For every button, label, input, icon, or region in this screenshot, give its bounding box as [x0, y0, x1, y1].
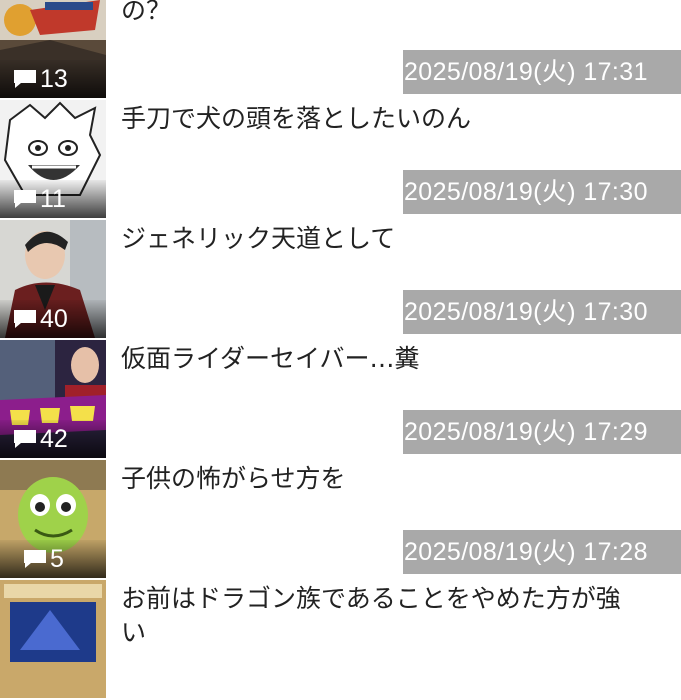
- list-item[interactable]: 11 手刀で犬の頭を落としたいのん 2025/08/19(火) 17:30: [0, 100, 681, 220]
- comment-count-badge: 13: [0, 60, 106, 98]
- article-date: 2025/08/19(火) 17:30: [403, 170, 681, 214]
- article-title[interactable]: ジェネリック天道として: [121, 222, 641, 256]
- article-thumbnail[interactable]: 42: [0, 340, 106, 458]
- comment-count-badge: 42: [0, 420, 106, 458]
- article-thumbnail[interactable]: 13: [0, 0, 106, 98]
- article-date: 2025/08/19(火) 17:28: [403, 530, 681, 574]
- article-title[interactable]: 仮面ライダーセイバー…糞: [121, 342, 641, 376]
- article-thumbnail[interactable]: 11: [0, 100, 106, 218]
- article-title[interactable]: お前はドラゴン族であることをやめた方が強い: [121, 582, 641, 650]
- list-item[interactable]: 42 仮面ライダーセイバー…糞 2025/08/19(火) 17:29: [0, 340, 681, 460]
- comment-count: 40: [40, 304, 68, 333]
- comment-bubble-icon: [14, 70, 36, 88]
- article-list: 13 どうして強化アイテムを両方怪盗側が使うの？ 2025/08/19(火) 1…: [0, 0, 681, 700]
- comment-bubble-icon: [24, 550, 46, 568]
- article-title[interactable]: 子供の怖がらせ方を: [121, 462, 641, 496]
- comment-count: 11: [40, 184, 66, 213]
- article-date: 2025/08/19(火) 17:31: [403, 50, 681, 94]
- comment-count: 42: [40, 424, 68, 453]
- comment-count-badge: 40: [0, 300, 106, 338]
- article-title[interactable]: 手刀で犬の頭を落としたいのん: [121, 102, 641, 136]
- comment-count: 5: [50, 544, 64, 573]
- article-thumbnail[interactable]: 5: [0, 460, 106, 578]
- comment-count: 13: [40, 64, 68, 93]
- comment-count-badge: 5: [0, 540, 106, 578]
- article-thumbnail[interactable]: 40: [0, 220, 106, 338]
- list-item[interactable]: 13 どうして強化アイテムを両方怪盗側が使うの？ 2025/08/19(火) 1…: [0, 0, 681, 100]
- trading-card-thumbnail: [0, 580, 106, 698]
- comment-bubble-icon: [14, 430, 36, 448]
- comment-bubble-icon: [14, 310, 36, 328]
- comment-bubble-icon: [14, 190, 36, 208]
- list-item[interactable]: お前はドラゴン族であることをやめた方が強い: [0, 580, 681, 700]
- list-item[interactable]: 5 子供の怖がらせ方を 2025/08/19(火) 17:28: [0, 460, 681, 580]
- article-date: 2025/08/19(火) 17:29: [403, 410, 681, 454]
- article-date: 2025/08/19(火) 17:30: [403, 290, 681, 334]
- comment-count-badge: 11: [0, 180, 106, 218]
- article-title[interactable]: どうして強化アイテムを両方怪盗側が使うの？: [121, 0, 641, 28]
- list-item[interactable]: 40 ジェネリック天道として 2025/08/19(火) 17:30: [0, 220, 681, 340]
- article-thumbnail[interactable]: [0, 580, 106, 698]
